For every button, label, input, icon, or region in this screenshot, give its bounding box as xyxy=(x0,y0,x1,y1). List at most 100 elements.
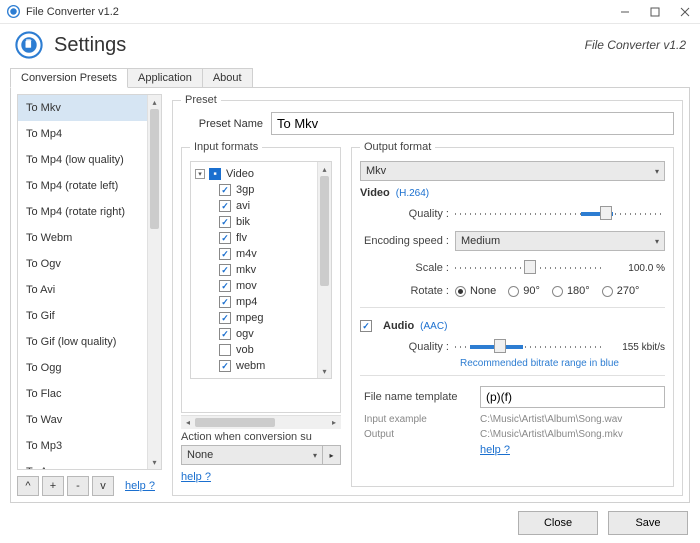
format-item[interactable]: ogv xyxy=(195,326,331,342)
preset-item[interactable]: To Flac xyxy=(18,381,147,407)
audio-quality-slider[interactable] xyxy=(455,338,605,356)
preset-item[interactable]: To Mp4 (rotate right) xyxy=(18,199,147,225)
format-checkbox[interactable] xyxy=(219,312,231,324)
close-window-button[interactable] xyxy=(670,0,700,24)
input-formats-h-scrollbar[interactable]: ◂ ▸ xyxy=(181,415,341,429)
preset-item[interactable]: To Gif (low quality) xyxy=(18,329,147,355)
tab-conversion-presets[interactable]: Conversion Presets xyxy=(10,68,128,88)
input-formats-help-link[interactable]: help ? xyxy=(181,471,341,483)
format-item[interactable]: flv xyxy=(195,230,331,246)
scroll-left-icon[interactable]: ◂ xyxy=(181,416,195,429)
scrollbar-thumb[interactable] xyxy=(320,176,329,286)
page-title: Settings xyxy=(54,34,126,57)
window-title: File Converter v1.2 xyxy=(26,6,119,18)
format-item[interactable]: 3gp xyxy=(195,182,331,198)
preset-item[interactable]: To Mkv xyxy=(18,95,147,121)
preset-item[interactable]: To Mp4 (low quality) xyxy=(18,147,147,173)
radio-icon xyxy=(508,286,519,297)
audio-codec-label: (AAC) xyxy=(420,321,447,332)
video-quality-label: Quality : xyxy=(360,208,455,220)
video-section-label: Video xyxy=(360,187,390,199)
save-button[interactable]: Save xyxy=(608,511,688,535)
scrollbar-thumb[interactable] xyxy=(195,418,275,427)
format-checkbox[interactable] xyxy=(219,232,231,244)
scroll-down-icon[interactable]: ▾ xyxy=(148,455,161,469)
minimize-button[interactable] xyxy=(610,0,640,24)
output-format-select[interactable]: Mkv▾ xyxy=(360,161,665,181)
format-checkbox[interactable] xyxy=(219,216,231,228)
format-item[interactable]: mov xyxy=(195,278,331,294)
rotate-option[interactable]: 180° xyxy=(552,285,590,297)
encoding-speed-select[interactable]: Medium▾ xyxy=(455,231,665,251)
rotate-option[interactable]: None xyxy=(455,285,496,297)
video-group-checkbox[interactable] xyxy=(209,168,221,180)
tab-application[interactable]: Application xyxy=(127,68,203,87)
preset-item[interactable]: To Mp4 xyxy=(18,121,147,147)
filename-template-input[interactable] xyxy=(480,386,665,408)
format-item[interactable]: mp4 xyxy=(195,294,331,310)
format-item[interactable]: avi xyxy=(195,198,331,214)
format-item[interactable]: m4v xyxy=(195,246,331,262)
audio-quality-value: 155 kbit/s xyxy=(605,342,665,353)
scroll-down-icon[interactable]: ▾ xyxy=(318,364,331,378)
preset-item[interactable]: To Avi xyxy=(18,277,147,303)
format-item[interactable]: mpeg xyxy=(195,310,331,326)
scale-value: 100.0 % xyxy=(605,263,665,274)
tab-about[interactable]: About xyxy=(202,68,253,87)
move-up-button[interactable]: ^ xyxy=(17,476,39,496)
preset-list-scrollbar[interactable]: ▴ ▾ xyxy=(147,95,161,469)
format-checkbox[interactable] xyxy=(219,344,231,356)
scrollbar-thumb[interactable] xyxy=(150,109,159,229)
format-item[interactable]: bik xyxy=(195,214,331,230)
template-help-link[interactable]: help ? xyxy=(480,444,510,456)
preset-item[interactable]: To Mp3 xyxy=(18,433,147,459)
formats-scrollbar[interactable]: ▴ ▾ xyxy=(317,162,331,378)
format-checkbox[interactable] xyxy=(219,280,231,292)
scroll-right-icon[interactable]: ▸ xyxy=(327,416,341,429)
audio-enable-checkbox[interactable] xyxy=(360,320,372,332)
format-checkbox[interactable] xyxy=(219,248,231,260)
logo-icon xyxy=(14,30,44,60)
move-down-button[interactable]: v xyxy=(92,476,114,496)
action-on-success-label: Action when conversion su xyxy=(181,431,341,443)
rotate-option[interactable]: 90° xyxy=(508,285,540,297)
format-checkbox[interactable] xyxy=(219,200,231,212)
app-icon xyxy=(6,5,20,19)
filename-template-label: File name template xyxy=(360,391,480,403)
preset-item[interactable]: To Aac xyxy=(18,459,147,469)
maximize-button[interactable] xyxy=(640,0,670,24)
preset-item[interactable]: To Gif xyxy=(18,303,147,329)
preset-legend: Preset xyxy=(181,94,221,106)
preset-item[interactable]: To Mp4 (rotate left) xyxy=(18,173,147,199)
audio-quality-label: Quality : xyxy=(360,341,455,353)
add-preset-button[interactable]: + xyxy=(42,476,64,496)
preset-item[interactable]: To Ogg xyxy=(18,355,147,381)
presets-help-link[interactable]: help ? xyxy=(125,480,155,492)
format-item[interactable]: vob xyxy=(195,342,331,358)
tree-collapse-icon[interactable]: ▾ xyxy=(195,169,205,179)
format-checkbox[interactable] xyxy=(219,328,231,340)
scroll-up-icon[interactable]: ▴ xyxy=(318,162,331,176)
format-label: mp4 xyxy=(236,296,257,308)
format-checkbox[interactable] xyxy=(219,264,231,276)
action-on-success-select[interactable]: None▾ xyxy=(181,445,323,465)
scroll-up-icon[interactable]: ▴ xyxy=(148,95,161,109)
format-checkbox[interactable] xyxy=(219,184,231,196)
preset-name-input[interactable] xyxy=(271,112,674,135)
format-item[interactable]: webm xyxy=(195,358,331,374)
rotate-option[interactable]: 270° xyxy=(602,285,640,297)
preset-item[interactable]: To Ogv xyxy=(18,251,147,277)
close-button[interactable]: Close xyxy=(518,511,598,535)
remove-preset-button[interactable]: - xyxy=(67,476,89,496)
action-expand-button[interactable]: ▸ xyxy=(323,445,341,465)
preset-item[interactable]: To Webm xyxy=(18,225,147,251)
preset-item[interactable]: To Wav xyxy=(18,407,147,433)
output-example-label: Output xyxy=(360,429,480,440)
format-label: ogv xyxy=(236,328,254,340)
format-checkbox[interactable] xyxy=(219,296,231,308)
scale-slider[interactable] xyxy=(455,259,605,277)
format-item[interactable]: mkv xyxy=(195,262,331,278)
input-example-label: Input example xyxy=(360,414,480,425)
format-checkbox[interactable] xyxy=(219,360,231,372)
video-quality-slider[interactable] xyxy=(455,205,665,223)
